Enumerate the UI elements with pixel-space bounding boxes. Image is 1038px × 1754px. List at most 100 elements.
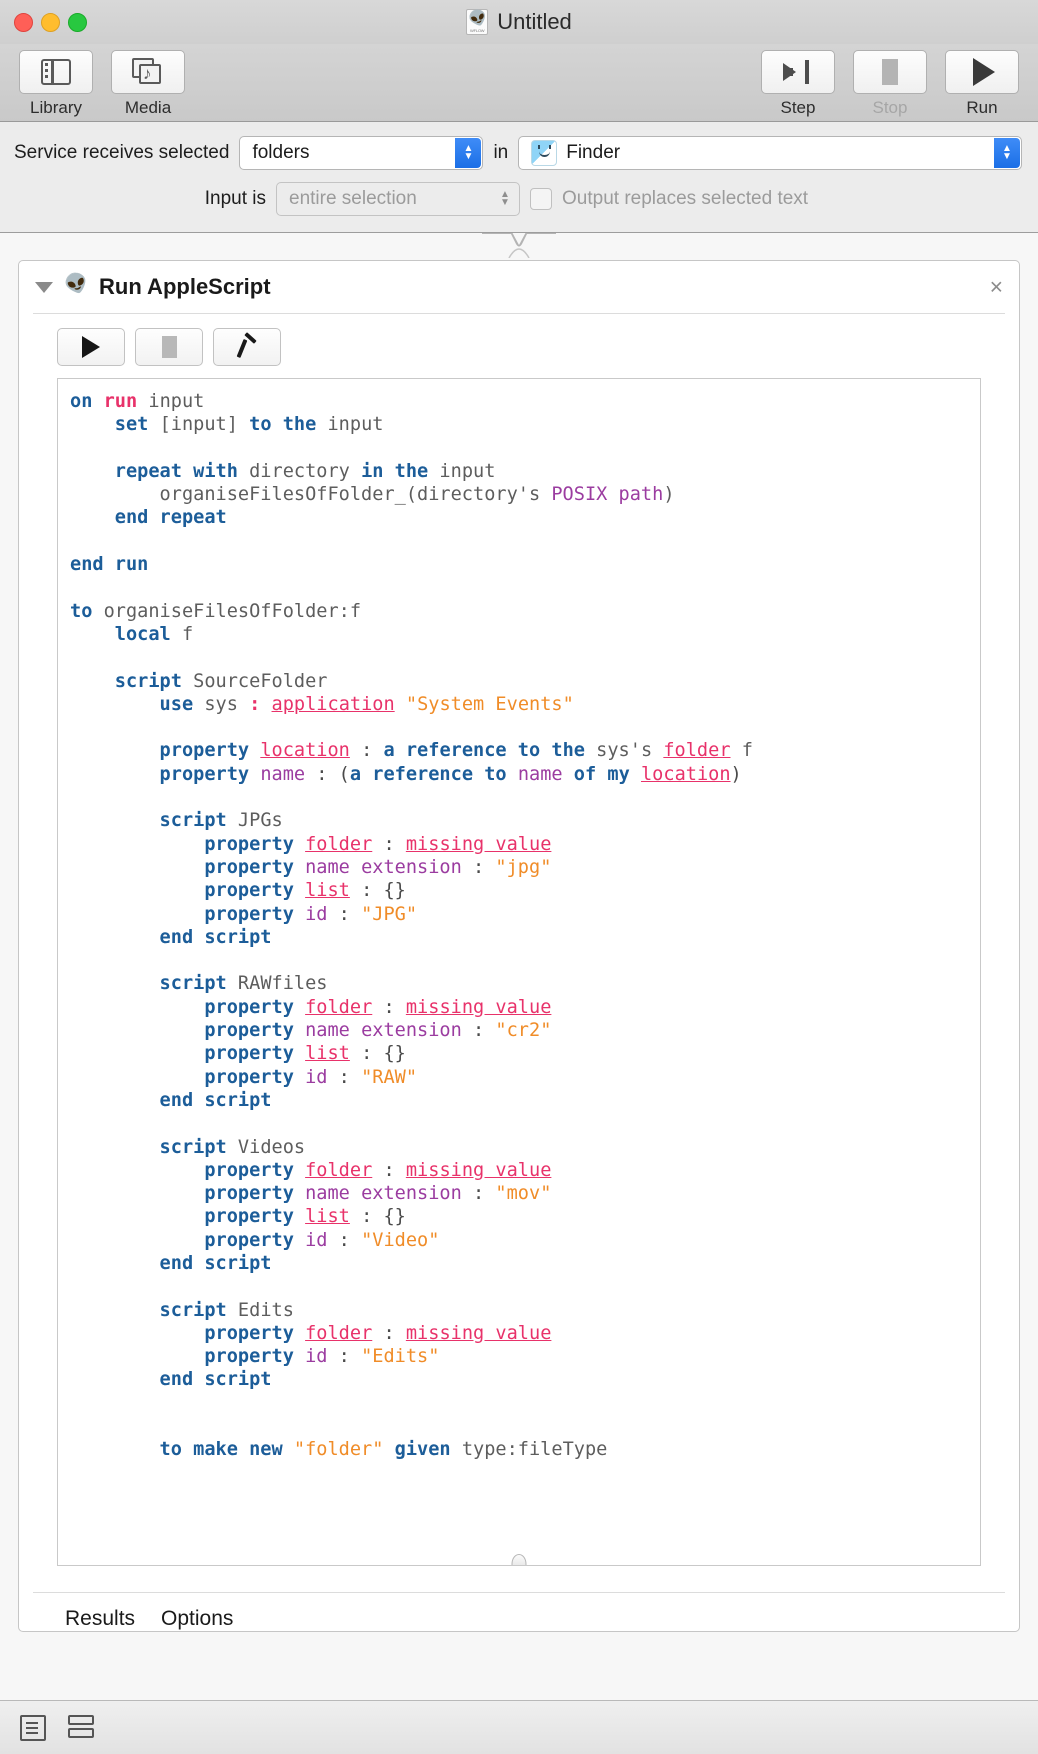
toolbar-stop-button[interactable]: Stop — [850, 50, 930, 118]
service-receives-label: Service receives selected — [14, 142, 230, 163]
code-line: end script — [70, 1089, 272, 1111]
resize-grip-handle[interactable] — [511, 1554, 527, 1565]
toolbar-run-label: Run — [966, 98, 998, 117]
code-line: script JPGs — [70, 810, 283, 832]
applescript-icon: 👽 — [62, 270, 92, 299]
finder-icon — [531, 140, 558, 166]
service-app-select[interactable]: Finder ▲ ▼ — [518, 136, 1022, 170]
script-toolbar — [19, 314, 1019, 378]
title-bar: 👽 WFLOW Untitled — [0, 0, 1038, 44]
code-editor[interactable]: on run input set [input] to the input re… — [57, 378, 981, 1566]
window-title-group: 👽 WFLOW Untitled — [0, 0, 1038, 44]
chevron-updown-icon: ▲ ▼ — [455, 138, 482, 168]
action-header: 👽 Run AppleScript × — [19, 261, 1019, 313]
output-replaces-checkbox[interactable] — [530, 188, 552, 210]
run-script-button[interactable] — [57, 328, 125, 366]
code-line: to organiseFilesOfFolder:f — [70, 600, 362, 622]
code-line: on run input — [70, 391, 205, 412]
toolbar-stop-label: Stop — [872, 98, 908, 117]
code-line: property name extension : "mov" — [70, 1183, 552, 1205]
service-input-select[interactable]: entire selection ▲ ▼ — [276, 182, 520, 216]
code-line: property id : "RAW" — [70, 1066, 418, 1088]
play-triangle-icon — [82, 336, 100, 358]
code-line: property list : {} — [70, 880, 406, 902]
toolbar-step-label: Step — [780, 98, 816, 117]
service-receives-select[interactable]: folders ▲ ▼ — [239, 136, 484, 170]
toolbar-media-label: Media — [124, 98, 172, 117]
code-line: end script — [70, 1252, 272, 1274]
split-view-icon[interactable] — [68, 1714, 94, 1741]
code-line: property folder : missing value — [70, 996, 552, 1018]
action-run-applescript: 👽 Run AppleScript × on run input set [in… — [18, 260, 1020, 1632]
tab-results[interactable]: Results — [65, 1607, 135, 1631]
status-bar — [0, 1700, 1038, 1754]
window-title: Untitled — [497, 9, 572, 34]
code-line: organiseFilesOfFolder_(directory's POSIX… — [70, 484, 675, 506]
code-line: script RAWfiles — [70, 973, 328, 995]
code-line: property list : {} — [70, 1206, 406, 1228]
toolbar-step-button[interactable]: Step — [758, 50, 838, 118]
log-view-icon[interactable] — [20, 1714, 46, 1741]
chevron-updown-icon: ▲ ▼ — [994, 138, 1020, 168]
code-line: script SourceFolder — [70, 670, 328, 692]
close-window-button[interactable] — [14, 12, 33, 32]
code-line: property name extension : "jpg" — [70, 856, 552, 878]
code-editor-container: on run input set [input] to the input re… — [19, 378, 1019, 1566]
toolbar-media-button[interactable]: ♪ Media — [108, 50, 188, 118]
toolbar-run-button[interactable]: Run — [942, 50, 1022, 118]
close-icon[interactable]: × — [990, 275, 1003, 299]
workflow-document-icon: 👽 WFLOW — [466, 7, 491, 35]
toolbar: Library ♪ Media Step Stop Run — [0, 44, 1038, 122]
code-line: end script — [70, 1369, 272, 1391]
output-replaces-label: Output replaces selected text — [562, 188, 809, 209]
code-line: property folder : missing value — [70, 1322, 552, 1344]
applescript-source[interactable]: on run input set [input] to the input re… — [58, 379, 980, 1462]
disclosure-triangle-icon[interactable] — [35, 281, 53, 293]
code-line: end script — [70, 926, 272, 948]
service-config-panel: Service receives selected folders ▲ ▼ in … — [0, 122, 1038, 233]
code-line: script Edits — [70, 1299, 294, 1321]
service-input-row: Input is entire selection ▲ ▼ Output repl… — [14, 182, 1022, 216]
toolbar-left-group: Library ♪ Media — [16, 50, 188, 118]
action-title: Run AppleScript — [99, 274, 271, 299]
service-app-value: Finder — [566, 142, 621, 163]
stop-square-icon — [882, 59, 898, 85]
code-line: repeat with directory in the input — [70, 460, 496, 482]
automator-window: 👽 WFLOW Untitled Library ♪ Media Step St… — [0, 0, 1038, 1754]
service-receives-value: folders — [252, 142, 310, 163]
step-arrow-icon — [783, 59, 813, 85]
toolbar-right-group: Step Stop Run — [758, 50, 1022, 118]
code-line: set [input] to the input — [70, 414, 384, 436]
code-line: property id : "Video" — [70, 1229, 440, 1251]
workflow-canvas: 👽 Run AppleScript × on run input set [in… — [0, 233, 1038, 1700]
code-line: local f — [70, 623, 194, 645]
action-tabs: Results Options — [19, 1593, 1019, 1631]
stop-script-button[interactable] — [135, 328, 203, 366]
workflow-icon-caption: WFLOW — [470, 28, 485, 33]
code-line: property name : (a reference to name of … — [70, 763, 742, 785]
code-line: property folder : missing value — [70, 833, 552, 855]
toolbar-library-button[interactable]: Library — [16, 50, 96, 118]
code-line: property id : "Edits" — [70, 1346, 440, 1368]
code-line: property name extension : "cr2" — [70, 1020, 552, 1042]
code-line: property id : "JPG" — [70, 903, 418, 925]
code-line: to make new "folder" given type:fileType — [70, 1439, 608, 1461]
code-line: script Videos — [70, 1136, 306, 1158]
service-input-value: entire selection — [289, 188, 417, 209]
maximize-window-button[interactable] — [68, 12, 87, 32]
hammer-icon — [236, 332, 258, 359]
compile-script-button[interactable] — [213, 328, 281, 366]
play-triangle-icon — [973, 58, 995, 86]
library-panel-icon — [41, 59, 71, 85]
minimize-window-button[interactable] — [41, 12, 60, 32]
service-in-label: in — [493, 142, 509, 163]
tab-options[interactable]: Options — [161, 1607, 233, 1631]
